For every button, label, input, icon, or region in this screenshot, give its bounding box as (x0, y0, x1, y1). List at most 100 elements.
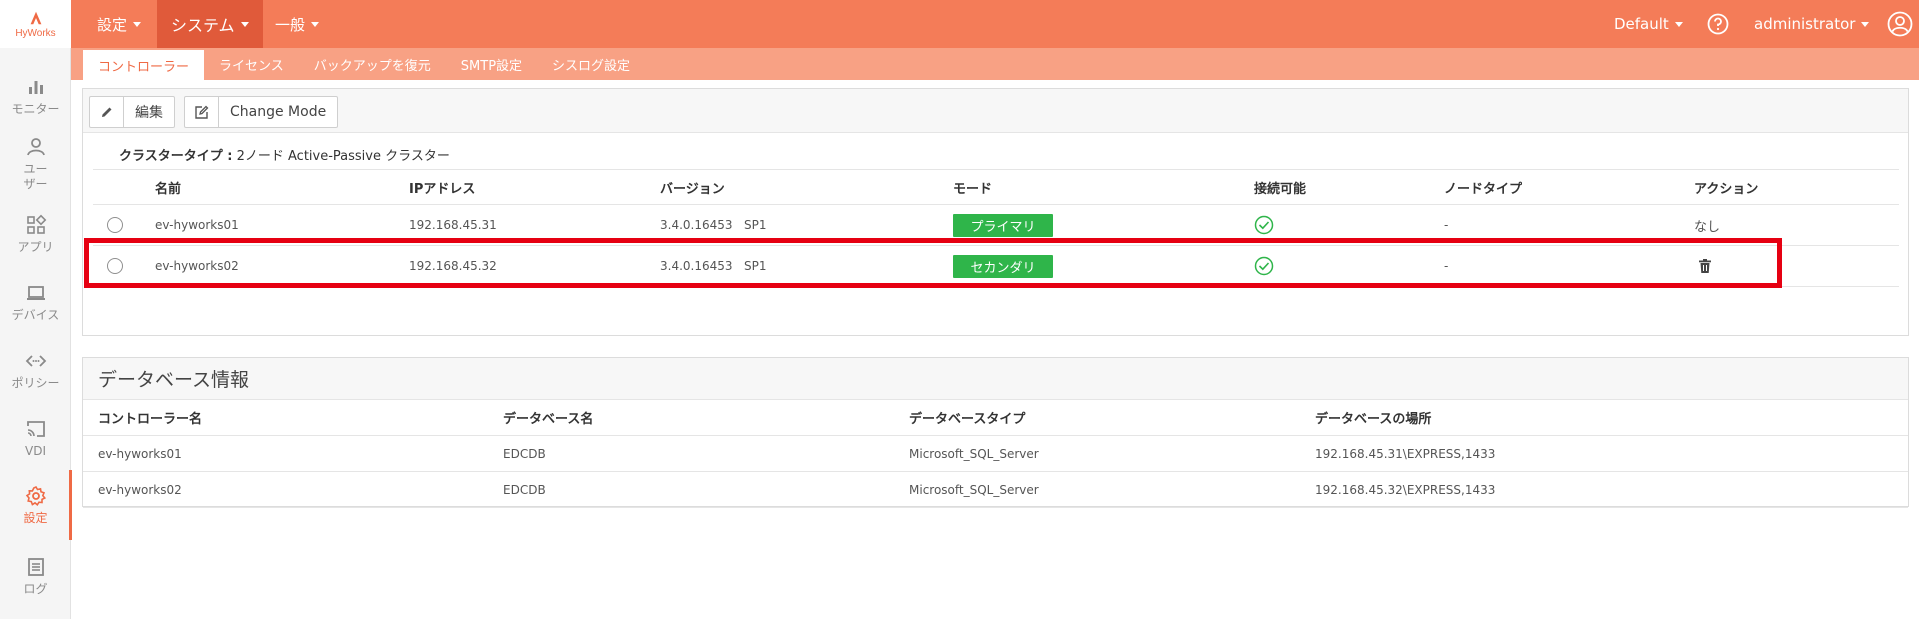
node-type: - (1444, 259, 1449, 273)
menu-settings[interactable]: 設定 (83, 0, 155, 48)
tab-restore-backup[interactable]: バックアップを復元 (299, 48, 446, 80)
col-action[interactable]: アクション (1694, 170, 1758, 204)
table-row[interactable]: ev-hyworks01 192.168.45.31 3.4.0.16453 S… (93, 205, 1899, 246)
sidebar-item-label: デバイス (11, 307, 60, 322)
row-radio[interactable] (107, 217, 123, 233)
sidebar-item-label: VDI (25, 443, 46, 458)
controller-version: 3.4.0.16453 SP1 (660, 218, 767, 232)
tab-license[interactable]: ライセンス (204, 48, 299, 80)
org-dropdown[interactable]: Default (1600, 0, 1697, 48)
org-label: Default (1614, 15, 1669, 33)
table-row[interactable]: ev-hyworks02 192.168.45.32 3.4.0.16453 S… (93, 246, 1899, 287)
mode-badge: プライマリ (953, 213, 1053, 237)
controller-name: ev-hyworks01 (155, 218, 239, 232)
cluster-type: クラスタータイプ : 2ノード Active-Passive クラスター (119, 145, 450, 164)
check-circle-icon (1254, 256, 1274, 276)
col-ip[interactable]: IPアドレス (409, 170, 475, 204)
pencil-icon-wrap (90, 97, 124, 127)
tab-syslog-settings[interactable]: シスログ設定 (537, 48, 645, 80)
db-controller: ev-hyworks02 (98, 482, 182, 497)
controller-name: ev-hyworks02 (155, 259, 239, 273)
controller-ip: 192.168.45.32 (409, 259, 497, 273)
col-controller-name: コントローラー名 (98, 412, 203, 427)
help-icon[interactable] (1707, 13, 1729, 35)
database-panel: データベース情報 コントローラー名 データベース名 データベースタイプ データベ… (82, 357, 1909, 508)
col-name[interactable]: 名前 (155, 170, 181, 204)
db-name: EDCDB (503, 446, 546, 461)
sidebar-item-apps[interactable]: アプリ (0, 200, 71, 268)
table-row: ev-hyworks01 EDCDB Microsoft_SQL_Server … (83, 436, 1908, 472)
user-dropdown[interactable]: administrator (1740, 0, 1883, 48)
controller-version: 3.4.0.16453 SP1 (660, 259, 767, 273)
pencil-icon (101, 107, 111, 117)
controllers-table-header: 名前 IPアドレス バージョン モード 接続可能 ノードタイプ アクション (93, 169, 1899, 205)
col-reachable[interactable]: 接続可能 (1254, 170, 1306, 204)
db-controller: ev-hyworks01 (98, 446, 182, 461)
menu-general[interactable]: 一般 (261, 0, 333, 48)
tab-smtp-settings[interactable]: SMTP設定 (446, 48, 537, 80)
node-type: - (1444, 218, 1449, 232)
cluster-type-value: 2ノード Active-Passive クラスター (236, 149, 450, 164)
db-type: Microsoft_SQL_Server (909, 482, 1039, 497)
sidebar-item-label: モニター (11, 101, 60, 116)
caret-down-icon (240, 21, 249, 27)
sidebar-item-label: ポリシー (11, 375, 60, 390)
cast-icon (26, 420, 45, 437)
brand-name: HyWorks (15, 28, 56, 39)
database-table-header: コントローラー名 データベース名 データベースタイプ データベースの場所 (83, 400, 1908, 436)
sidebar-item-monitor[interactable]: モニター (0, 62, 71, 130)
col-db-name: データベース名 (503, 412, 594, 427)
apps-grid-icon (26, 214, 46, 234)
mode-badge: セカンダリ (953, 254, 1053, 278)
edit-square-icon-wrap (185, 97, 219, 127)
edit-button[interactable]: 編集 (89, 96, 175, 128)
sidebar-item-devices[interactable]: デバイス (0, 268, 71, 336)
laptop-icon (26, 285, 45, 300)
col-node-type[interactable]: ノードタイプ (1444, 170, 1522, 204)
db-type: Microsoft_SQL_Server (909, 446, 1039, 461)
col-db-location: データベースの場所 (1315, 412, 1432, 427)
caret-down-icon (1861, 21, 1870, 27)
col-mode[interactable]: モード (953, 170, 992, 204)
bar-chart-icon (28, 80, 43, 94)
sidebar-item-policy[interactable]: ポリシー (0, 336, 71, 404)
log-document-icon (27, 557, 44, 576)
sidebar-item-label: アプリ (17, 239, 54, 254)
sidebar-item-users[interactable]: ユーザー (0, 128, 71, 200)
controllers-toolbar: 編集 Change Mode (83, 89, 1908, 133)
change-mode-label: Change Mode (230, 104, 327, 120)
sidebar-item-label: ログ (23, 581, 48, 596)
sidebar-item-vdi[interactable]: VDI (0, 404, 71, 472)
col-version[interactable]: バージョン (660, 170, 725, 204)
controllers-panel: 編集 Change Mode クラスタータイプ : 2ノード Active-Pa… (82, 88, 1909, 336)
action-none: なし (1694, 219, 1721, 235)
top-navbar: 設定 システム 一般 Default administrator (71, 0, 1919, 48)
menu-system[interactable]: システム (157, 0, 263, 48)
sidebar: HyWorks モニター ユーザー アプリ デバイス ポリシー VDI 設定 ロ… (0, 0, 72, 619)
caret-down-icon (311, 21, 320, 27)
menu-label: システム (171, 16, 235, 35)
caret-down-icon (1674, 21, 1683, 27)
check-circle-icon (1254, 215, 1274, 235)
code-arrows-icon (25, 354, 46, 367)
gear-icon (25, 485, 46, 506)
table-row: ev-hyworks02 EDCDB Microsoft_SQL_Server … (83, 472, 1908, 508)
col-db-type: データベースタイプ (909, 412, 1026, 427)
edit-label: 編集 (135, 105, 163, 121)
logo[interactable]: HyWorks (0, 0, 71, 48)
trash-icon[interactable] (1697, 258, 1713, 274)
db-location: 192.168.45.32\EXPRESS,1433 (1315, 482, 1496, 497)
sidebar-item-settings[interactable]: 設定 (0, 470, 72, 540)
menu-label: 一般 (275, 15, 306, 34)
caret-down-icon (133, 21, 142, 27)
sidebar-item-logs[interactable]: ログ (0, 542, 71, 610)
database-title: データベース情報 (83, 358, 1908, 400)
user-name: administrator (1754, 15, 1856, 33)
cluster-type-label: クラスタータイプ : (119, 149, 233, 164)
tab-controller[interactable]: コントローラー (83, 48, 205, 80)
hyworks-logo-icon (30, 11, 41, 25)
sub-tabs: コントローラー ライセンス バックアップを復元 SMTP設定 シスログ設定 (71, 48, 1919, 80)
change-mode-button[interactable]: Change Mode (184, 96, 339, 128)
user-avatar-icon[interactable] (1887, 11, 1913, 37)
row-radio[interactable] (107, 258, 123, 274)
